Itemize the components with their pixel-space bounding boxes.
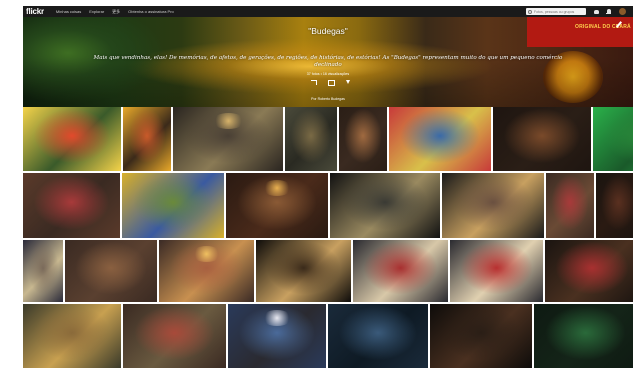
- photo-yellow-counter[interactable]: [123, 107, 171, 171]
- upload-cloud-icon[interactable]: [593, 8, 600, 15]
- photo-bar-interior-people[interactable]: [159, 240, 254, 302]
- share-icon[interactable]: [311, 79, 317, 85]
- photo-smiling-man-portrait[interactable]: [339, 107, 387, 171]
- photo-woman-table-food[interactable]: [123, 304, 226, 368]
- photo-dancer-raised-arm[interactable]: [256, 240, 351, 302]
- flickr-album-page: flickr Minhas coisas Explorar 更多 Obtenha…: [23, 6, 633, 368]
- album-actions: [311, 79, 351, 87]
- nav-explore[interactable]: Explorar: [89, 9, 104, 14]
- search-box[interactable]: [526, 8, 586, 15]
- nav-my-stuff[interactable]: Minhas coisas: [56, 9, 81, 14]
- nav-get-pro[interactable]: Obtenha o assinatura Pro: [128, 9, 174, 14]
- photo-green-lit-shop-night[interactable]: [534, 304, 633, 368]
- album-title: "Budegas": [308, 26, 348, 36]
- photo-woman-counter-red[interactable]: [23, 173, 120, 238]
- search-input[interactable]: [534, 9, 584, 14]
- photo-group-red-shirts[interactable]: [450, 240, 543, 302]
- photo-woman-dark-portrait[interactable]: [493, 107, 591, 171]
- photo-street-stall-lights[interactable]: [23, 240, 63, 302]
- user-avatar[interactable]: [619, 8, 626, 15]
- photo-bottles-counter-dark[interactable]: [596, 173, 633, 238]
- add-to-gallery-icon[interactable]: [328, 79, 334, 85]
- photo-crowd-red-night[interactable]: [545, 240, 633, 302]
- download-icon[interactable]: [345, 79, 351, 85]
- photo-blue-lit-man[interactable]: [328, 304, 428, 368]
- search-icon: [528, 9, 532, 14]
- photo-blue-shop-people[interactable]: [228, 304, 326, 368]
- flickr-logo[interactable]: flickr: [26, 7, 44, 16]
- photo-pink-storefront[interactable]: [23, 107, 121, 171]
- photo-market-goods-stall[interactable]: [23, 304, 121, 368]
- photo-dark-shop-interior[interactable]: [173, 107, 283, 171]
- light-glow: [192, 246, 221, 262]
- photo-market-stalls[interactable]: [65, 240, 157, 302]
- nav-more[interactable]: 更多: [112, 9, 120, 15]
- photo-night-storefront-window[interactable]: [330, 173, 440, 238]
- photo-shirtless-man-dark-shop[interactable]: [430, 304, 532, 368]
- photo-man-green-wall[interactable]: [593, 107, 633, 171]
- album-description: Mais que vendinhas, elas! De memórias, d…: [93, 55, 563, 68]
- photo-shelves-bottles[interactable]: [285, 107, 337, 171]
- photo-man-red-shirt[interactable]: [546, 173, 594, 238]
- album-header-cover: ORIGINAL DO CEARÁ "Budegas" Mais que ven…: [23, 17, 633, 107]
- notifications-bell-icon[interactable]: [605, 8, 612, 15]
- photo-colorful-snack-shelves[interactable]: [389, 107, 491, 171]
- photo-bananas-vendor[interactable]: [122, 173, 224, 238]
- light-glow: [261, 179, 293, 196]
- top-navigation-bar: flickr Minhas coisas Explorar 更多 Obtenha…: [23, 6, 633, 17]
- album-stats: 37 fotos • 16 visualizações: [306, 72, 350, 76]
- light-glow: [262, 310, 292, 327]
- light-glow: [211, 113, 245, 130]
- album-owner[interactable]: Por Roberto Budegas: [23, 97, 633, 101]
- photo-shirtless-man-shop[interactable]: [226, 173, 328, 238]
- photo-corner-shop-night[interactable]: [442, 173, 544, 238]
- photo-people-red-shirts-bar[interactable]: [353, 240, 448, 302]
